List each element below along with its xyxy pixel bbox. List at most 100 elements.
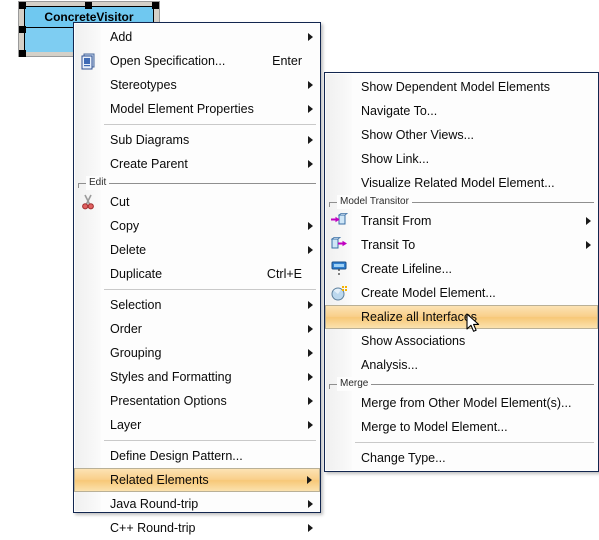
submenu-arrow-icon	[586, 241, 591, 249]
menu-item-label: Copy	[110, 219, 140, 233]
menu-item-label: Create Lifeline...	[361, 262, 453, 276]
menu-item-label: Visualize Related Model Element...	[361, 176, 555, 190]
resize-handle-top-center[interactable]	[85, 2, 92, 9]
menu-item-model-element-properties[interactable]: Model Element Properties	[74, 97, 320, 121]
menu-item-label: Related Elements	[110, 473, 209, 487]
menu-item-label: Create Model Element...	[361, 286, 496, 300]
menu-item-label: Grouping	[110, 346, 162, 360]
menu-item-label: Styles and Formatting	[110, 370, 232, 384]
menu-item-label: Add	[110, 30, 133, 44]
submenu-arrow-icon	[586, 217, 591, 225]
menu-item-label: Selection	[110, 298, 162, 312]
menu-item-selection[interactable]: Selection	[74, 293, 320, 317]
menu-item-label: Change Type...	[361, 451, 446, 465]
menu-item-shortcut: Enter	[272, 54, 302, 68]
element-context-menu[interactable]: Add Open Specification... Enter Stereoty…	[73, 22, 321, 535]
menu-item-add[interactable]: Add	[74, 25, 320, 49]
submenu-arrow-icon	[308, 349, 313, 357]
menu-item-label: Show Other Views...	[361, 128, 475, 142]
submenu-arrow-icon	[308, 301, 313, 309]
menu-item-label: Show Associations	[361, 334, 466, 348]
submenu-item-merge-to-model-element[interactable]: Merge to Model Element...	[325, 415, 598, 439]
menu-item-label: Show Link...	[361, 152, 430, 166]
menu-item-label: Analysis...	[361, 358, 418, 372]
resize-handle-top-right[interactable]	[152, 2, 159, 9]
menu-item-define-design-pattern[interactable]: Define Design Pattern...	[74, 444, 320, 468]
resize-handle-middle-left[interactable]	[19, 26, 26, 33]
submenu-group-model-transitor: Model Transitor	[325, 195, 598, 209]
menu-item-grouping[interactable]: Grouping	[74, 341, 320, 365]
menu-item-layer[interactable]: Layer	[74, 413, 320, 437]
submenu-arrow-icon	[308, 421, 313, 429]
menu-item-label: Model Element Properties	[110, 102, 254, 116]
menu-item-label: Duplicate	[110, 267, 163, 281]
menu-item-sub-diagrams[interactable]: Sub Diagrams	[74, 128, 320, 152]
menu-item-label: Delete	[110, 243, 147, 257]
menu-item-label: Merge from Other Model Element(s)...	[361, 396, 572, 410]
menu-item-label: Presentation Options	[110, 394, 227, 408]
menu-item-delete[interactable]: Delete	[74, 238, 320, 262]
menu-item-copy[interactable]: Copy	[74, 214, 320, 238]
menu-item-label: Create Parent	[110, 157, 188, 171]
resize-handle-bottom-left[interactable]	[19, 50, 26, 57]
submenu-arrow-icon	[308, 33, 313, 41]
submenu-item-show-link[interactable]: Show Link...	[325, 147, 598, 171]
submenu-item-change-type[interactable]: Change Type...	[325, 446, 598, 470]
menu-item-presentation-options[interactable]: Presentation Options	[74, 389, 320, 413]
submenu-item-show-dependent-model-elements[interactable]: Show Dependent Model Elements	[325, 75, 598, 99]
related-elements-submenu[interactable]: Show Dependent Model Elements Navigate T…	[324, 72, 599, 472]
submenu-arrow-icon	[308, 105, 313, 113]
submenu-arrow-icon	[308, 325, 313, 333]
menu-item-label: Cut	[110, 195, 130, 209]
submenu-arrow-icon	[308, 500, 313, 508]
menu-separator	[74, 286, 320, 293]
submenu-arrow-icon	[308, 222, 313, 230]
resize-handle-top-left[interactable]	[19, 2, 26, 9]
menu-item-styles-and-formatting[interactable]: Styles and Formatting	[74, 365, 320, 389]
model-element-icon	[330, 284, 348, 302]
submenu-item-analysis[interactable]: Analysis...	[325, 353, 598, 377]
submenu-item-merge-from-other-model-elements[interactable]: Merge from Other Model Element(s)...	[325, 391, 598, 415]
menu-item-stereotypes[interactable]: Stereotypes	[74, 73, 320, 97]
submenu-item-realize-all-interfaces[interactable]: Realize all Interfaces	[325, 305, 598, 329]
submenu-item-show-other-views[interactable]: Show Other Views...	[325, 123, 598, 147]
transit-to-icon	[330, 236, 348, 254]
menu-group-edit: Edit	[74, 176, 320, 190]
submenu-item-visualize-related-model-element[interactable]: Visualize Related Model Element...	[325, 171, 598, 195]
submenu-item-create-lifeline[interactable]: Create Lifeline...	[325, 257, 598, 281]
menu-item-java-round-trip[interactable]: Java Round-trip	[74, 492, 320, 516]
submenu-arrow-icon	[308, 397, 313, 405]
menu-item-label: Java Round-trip	[110, 497, 199, 511]
menu-separator	[74, 437, 320, 444]
submenu-arrow-icon	[308, 136, 313, 144]
menu-item-create-parent[interactable]: Create Parent	[74, 152, 320, 176]
menu-item-order[interactable]: Order	[74, 317, 320, 341]
menu-separator	[325, 439, 598, 446]
menu-item-label: C++ Round-trip	[110, 521, 196, 535]
specification-icon	[79, 52, 97, 70]
submenu-item-transit-from[interactable]: Transit From	[325, 209, 598, 233]
menu-item-label: Stereotypes	[110, 78, 177, 92]
menu-item-cut[interactable]: Cut	[74, 190, 320, 214]
menu-item-label: Order	[110, 322, 142, 336]
submenu-group-merge: Merge	[325, 377, 598, 391]
menu-item-duplicate[interactable]: Duplicate Ctrl+E	[74, 262, 320, 286]
scissors-icon	[79, 193, 97, 211]
menu-item-label: Navigate To...	[361, 104, 438, 118]
submenu-arrow-icon	[308, 373, 313, 381]
submenu-arrow-icon	[308, 246, 313, 254]
submenu-item-create-model-element[interactable]: Create Model Element...	[325, 281, 598, 305]
lifeline-icon	[330, 260, 348, 278]
menu-item-label: Sub Diagrams	[110, 133, 190, 147]
submenu-item-transit-to[interactable]: Transit To	[325, 233, 598, 257]
menu-item-label: Define Design Pattern...	[110, 449, 243, 463]
menu-separator	[74, 121, 320, 128]
menu-group-label: Model Transitor	[337, 195, 412, 209]
menu-item-related-elements[interactable]: Related Elements	[74, 468, 320, 492]
menu-item-label: Transit To	[361, 238, 416, 252]
submenu-item-show-associations[interactable]: Show Associations	[325, 329, 598, 353]
menu-item-open-specification[interactable]: Open Specification... Enter	[74, 49, 320, 73]
menu-item-cpp-round-trip[interactable]: C++ Round-trip	[74, 516, 320, 540]
submenu-item-navigate-to[interactable]: Navigate To...	[325, 99, 598, 123]
submenu-arrow-icon	[308, 81, 313, 89]
